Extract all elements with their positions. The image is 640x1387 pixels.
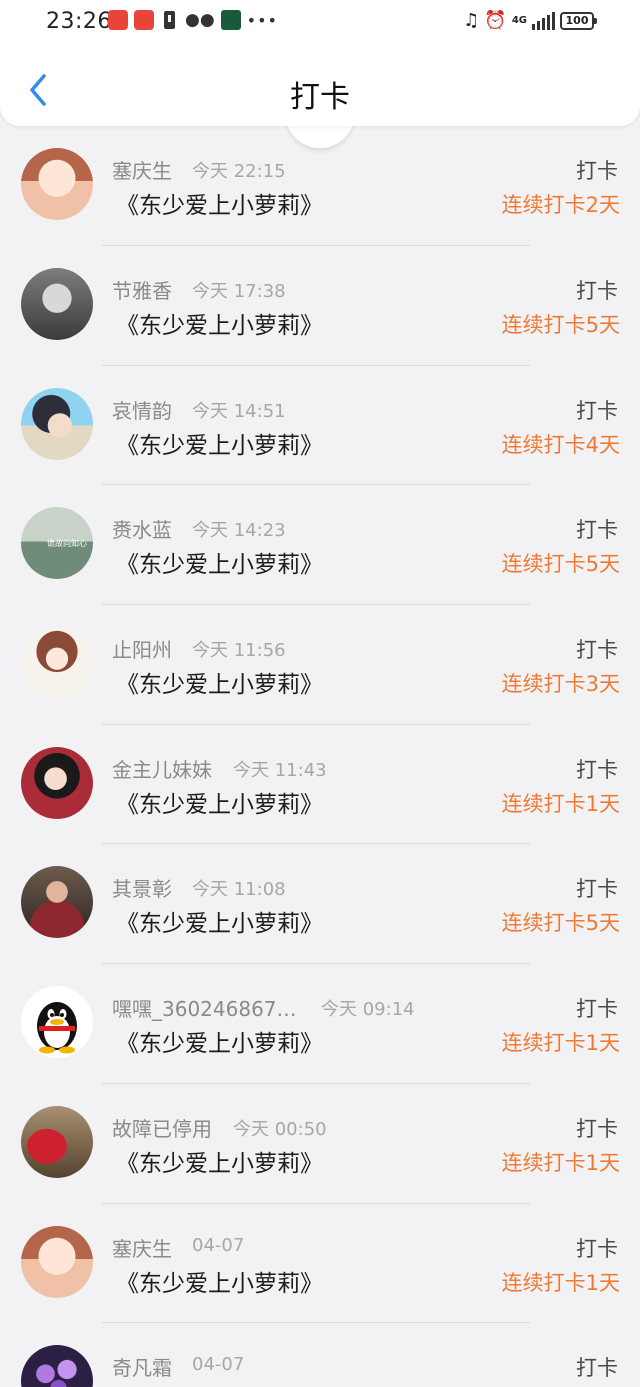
checkin-tag: 打卡: [576, 757, 618, 782]
list-item[interactable]: 故障已停用 今天 00:50 《东少爱上小萝莉》 打卡 连续打卡1天: [0, 1084, 640, 1204]
app-badge-icon: [134, 10, 154, 30]
list-item[interactable]: 塞庆生 04-07 《东少爱上小萝莉》 打卡 连续打卡1天: [0, 1204, 640, 1324]
wechat-icon: ●●: [185, 10, 215, 30]
user-name[interactable]: 塞庆生: [112, 1233, 172, 1262]
book-title[interactable]: 《东少爱上小萝莉》: [116, 1144, 323, 1178]
checkin-tag: 打卡: [576, 1236, 618, 1261]
alarm-icon: ⏰: [484, 10, 507, 31]
checkin-list: 塞庆生 今天 22:15 《东少爱上小萝莉》 打卡 连续打卡2天 节雅香 今天 …: [0, 126, 640, 1387]
checkin-tag: 打卡: [576, 1356, 618, 1381]
avatar[interactable]: [21, 387, 93, 460]
avatar[interactable]: [21, 986, 93, 1059]
checkin-time: 今天 11:08: [192, 879, 286, 901]
status-time: 23:26: [46, 9, 112, 34]
streak-text: 连续打卡3天: [501, 672, 620, 697]
checkin-tag: 打卡: [576, 638, 618, 663]
streak-text: 连续打卡5天: [501, 911, 620, 936]
user-name[interactable]: 故障已停用: [112, 1113, 212, 1142]
checkin-time: 今天 11:56: [192, 640, 286, 662]
checkin-tag: 打卡: [576, 159, 618, 183]
list-item[interactable]: 其景彰 今天 11:08 《东少爱上小萝莉》 打卡 连续打卡5天: [0, 844, 640, 965]
book-title[interactable]: 《东少爱上小萝莉》: [116, 186, 323, 220]
user-name[interactable]: 嘿嘿_360246867…: [112, 993, 297, 1022]
avatar[interactable]: [21, 268, 93, 340]
checkin-time: 今天 17:38: [192, 281, 286, 302]
streak-text: 连续打卡1天: [501, 1150, 620, 1175]
app-icon: [220, 10, 241, 30]
book-title[interactable]: 《东少爱上小萝莉》: [116, 426, 323, 460]
avatar[interactable]: [21, 866, 93, 939]
checkin-time: 今天 11:43: [233, 759, 327, 781]
notification-icons: ●● •••: [108, 10, 278, 30]
list-item[interactable]: 诡故向知心 赉水蓝 今天 14:23 《东少爱上小萝莉》 打卡 连续打卡5天: [0, 485, 640, 606]
avatar[interactable]: [21, 1105, 93, 1178]
checkin-time: 04-07: [192, 1234, 245, 1256]
user-name[interactable]: 金主儿妹妹: [112, 754, 212, 783]
app-badge-icon: [108, 10, 128, 30]
avatar-caption: 诡故向知心: [47, 539, 87, 549]
checkin-time: 今天 09:14: [321, 999, 415, 1021]
streak-text: 连续打卡1天: [501, 1031, 620, 1056]
checkin-tag: 打卡: [576, 997, 618, 1022]
streak-text: 连续打卡1天: [501, 791, 620, 816]
page-title: 打卡: [290, 80, 350, 115]
avatar[interactable]: [21, 1225, 93, 1298]
book-title[interactable]: 《东少爱上小萝莉》: [116, 306, 323, 340]
user-name[interactable]: 哀情韵: [112, 395, 172, 424]
avatar[interactable]: [21, 746, 93, 819]
streak-text: 连续打卡2天: [501, 193, 620, 217]
user-name[interactable]: 节雅香: [112, 275, 172, 304]
book-title[interactable]: 《东少爱上小萝莉》: [116, 1024, 323, 1058]
checkin-tag: 打卡: [576, 398, 618, 423]
streak-text: 连续打卡5天: [501, 552, 620, 577]
list-item[interactable]: 节雅香 今天 17:38 《东少爱上小萝莉》 打卡 连续打卡5天: [0, 246, 640, 366]
checkin-time: 今天 00:50: [233, 1118, 327, 1140]
checkin-tag: 打卡: [576, 1116, 618, 1141]
list-item[interactable]: 奇凡霜 04-07 打卡: [0, 1323, 640, 1387]
user-name[interactable]: 止阳州: [112, 634, 172, 663]
checkin-tag: 打卡: [576, 877, 618, 902]
avatar[interactable]: [21, 148, 93, 220]
list-item[interactable]: 金主儿妹妹 今天 11:43 《东少爱上小萝莉》 打卡 连续打卡1天: [0, 725, 640, 845]
checkin-tag: 打卡: [576, 518, 618, 543]
user-name[interactable]: 赉水蓝: [112, 514, 172, 543]
avatar[interactable]: [21, 1345, 93, 1387]
sim-card-icon: [164, 11, 175, 29]
headphones-icon: ♫: [463, 10, 480, 31]
checkin-time: 今天 14:23: [192, 520, 286, 542]
more-icon: •••: [246, 10, 278, 30]
book-title[interactable]: 《东少爱上小萝莉》: [116, 665, 323, 699]
streak-text: 连续打卡4天: [501, 432, 620, 457]
qq-penguin-icon: [37, 1002, 77, 1054]
list-item[interactable]: 哀情韵 今天 14:51 《东少爱上小萝莉》 打卡 连续打卡4天: [0, 366, 640, 486]
user-name[interactable]: 塞庆生: [112, 155, 172, 184]
battery-icon: 100: [560, 11, 597, 30]
avatar[interactable]: [21, 627, 93, 700]
book-title[interactable]: 《东少爱上小萝莉》: [116, 1264, 323, 1298]
status-bar: 23:26 ●● ••• ♫ ⏰ 4G 100: [0, 0, 640, 44]
checkin-time: 04-07: [192, 1354, 245, 1376]
4g-signal-icon: 4G: [511, 14, 527, 26]
book-title[interactable]: 《东少爱上小萝莉》: [116, 904, 323, 938]
nav-bar: 打卡: [0, 44, 640, 126]
user-name[interactable]: 奇凡霜: [112, 1352, 172, 1381]
user-name[interactable]: 其景彰: [112, 873, 172, 902]
book-title[interactable]: 《东少爱上小萝莉》: [116, 545, 323, 579]
streak-text: 连续打卡1天: [501, 1270, 620, 1295]
signal-bars-icon: [532, 11, 555, 30]
list-item[interactable]: 止阳州 今天 11:56 《东少爱上小萝莉》 打卡 连续打卡3天: [0, 605, 640, 725]
book-title[interactable]: 《东少爱上小萝莉》: [116, 785, 323, 819]
checkin-time: 今天 22:15: [192, 161, 286, 182]
checkin-time: 今天 14:51: [192, 400, 286, 422]
list-item[interactable]: 嘿嘿_360246867… 今天 09:14 《东少爱上小萝莉》 打卡 连续打卡…: [0, 964, 640, 1084]
streak-text: 连续打卡5天: [501, 313, 620, 337]
checkin-tag: 打卡: [576, 279, 618, 303]
avatar[interactable]: 诡故向知心: [21, 507, 93, 580]
system-icons: ♫ ⏰ 4G 100: [463, 10, 597, 31]
